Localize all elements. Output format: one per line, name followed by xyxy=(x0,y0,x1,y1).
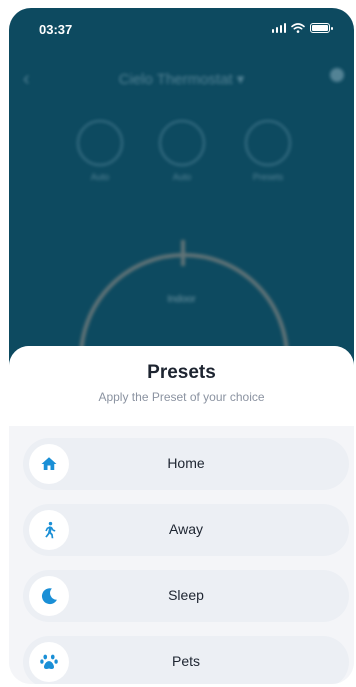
dial-label: Indoor xyxy=(167,294,196,305)
mode-button-3 xyxy=(245,120,291,166)
status-bar: 03:37 xyxy=(9,8,354,52)
status-time: 03:37 xyxy=(39,22,73,37)
signal-icon xyxy=(271,23,286,33)
presets-sheet: Presets Apply the Preset of your choice … xyxy=(9,346,354,684)
mode-label-1: Auto xyxy=(90,172,110,182)
sheet-title: Presets xyxy=(147,362,216,383)
preset-label: Home xyxy=(167,455,205,471)
sheet-header: Presets Apply the Preset of your choice xyxy=(9,346,354,426)
mode-button-2 xyxy=(159,120,205,166)
phone-screen: ‹ Cielo Thermostat ▾ Auto Auto Presets I… xyxy=(9,8,354,684)
preset-away[interactable]: Away xyxy=(23,504,349,556)
mode-label-2: Auto xyxy=(172,172,192,182)
preset-sleep[interactable]: Sleep xyxy=(23,570,349,622)
preset-label: Sleep xyxy=(168,587,204,603)
mode-button-1 xyxy=(77,120,123,166)
sheet-subtitle: Apply the Preset of your choice xyxy=(98,390,265,404)
dial-marker xyxy=(181,240,185,266)
preset-label: Pets xyxy=(171,653,200,669)
preset-home[interactable]: Home xyxy=(23,438,349,490)
preset-label: Away xyxy=(169,521,203,537)
wifi-icon xyxy=(291,23,305,33)
preset-pets[interactable]: Pets xyxy=(23,636,349,684)
settings-gear-icon xyxy=(330,68,344,82)
mode-label-3: Presets xyxy=(252,172,284,182)
status-icons xyxy=(271,23,333,33)
device-title: Cielo Thermostat ▾ xyxy=(118,71,245,88)
battery-icon xyxy=(310,23,333,33)
